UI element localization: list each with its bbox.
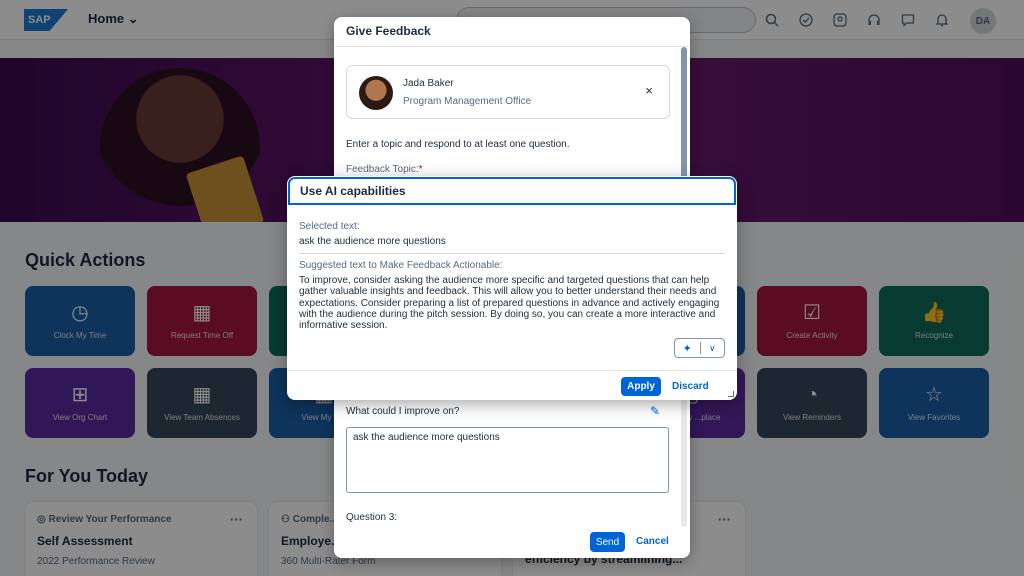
suggested-text: To improve, consider asking the audience… xyxy=(299,275,720,332)
cancel-button[interactable]: Cancel xyxy=(636,536,669,547)
recipient-role: Program Management Office xyxy=(403,96,532,107)
recipient-name: Jada Baker xyxy=(403,78,454,89)
chevron-down-icon[interactable]: ∨ xyxy=(700,343,724,354)
selected-text: ask the audience more questions xyxy=(299,236,446,247)
divider xyxy=(299,253,725,254)
topic-label: Feedback Topic:* xyxy=(346,164,423,175)
instructions-text: Enter a topic and respond to at least on… xyxy=(346,139,570,150)
ai-menu-button[interactable]: ✦ ∨ xyxy=(674,338,725,358)
recipient-card: Jada Baker Program Management Office × xyxy=(346,65,670,119)
question3-label: Question 3: xyxy=(346,512,398,523)
topic-label-text: Feedback Topic: xyxy=(346,164,419,175)
recipient-photo xyxy=(359,76,393,110)
ai-dialog-title: Use AI capabilities xyxy=(288,177,736,205)
resize-handle[interactable] xyxy=(728,391,734,397)
suggested-text-label: Suggested text to Make Feedback Actionab… xyxy=(299,260,503,271)
improve-answer-textarea[interactable]: ask the audience more questions xyxy=(346,427,669,493)
discard-button[interactable]: Discard xyxy=(672,381,709,392)
ai-capabilities-dialog: Use AI capabilities Selected text: ask t… xyxy=(287,176,737,400)
ai-dialog-footer: Apply Discard xyxy=(287,370,737,400)
edit-icon[interactable]: ✎ xyxy=(650,404,660,418)
close-icon[interactable]: × xyxy=(645,84,653,98)
apply-button[interactable]: Apply xyxy=(621,377,661,396)
question-improve-label: What could I improve on? xyxy=(346,406,460,417)
send-button[interactable]: Send xyxy=(590,532,625,552)
required-marker: * xyxy=(418,164,423,175)
sparkle-icon[interactable]: ✦ xyxy=(675,342,700,355)
selected-text-label: Selected text: xyxy=(299,221,360,232)
dialog-footer: Send Cancel xyxy=(334,528,690,558)
dialog-title: Give Feedback xyxy=(334,17,690,47)
